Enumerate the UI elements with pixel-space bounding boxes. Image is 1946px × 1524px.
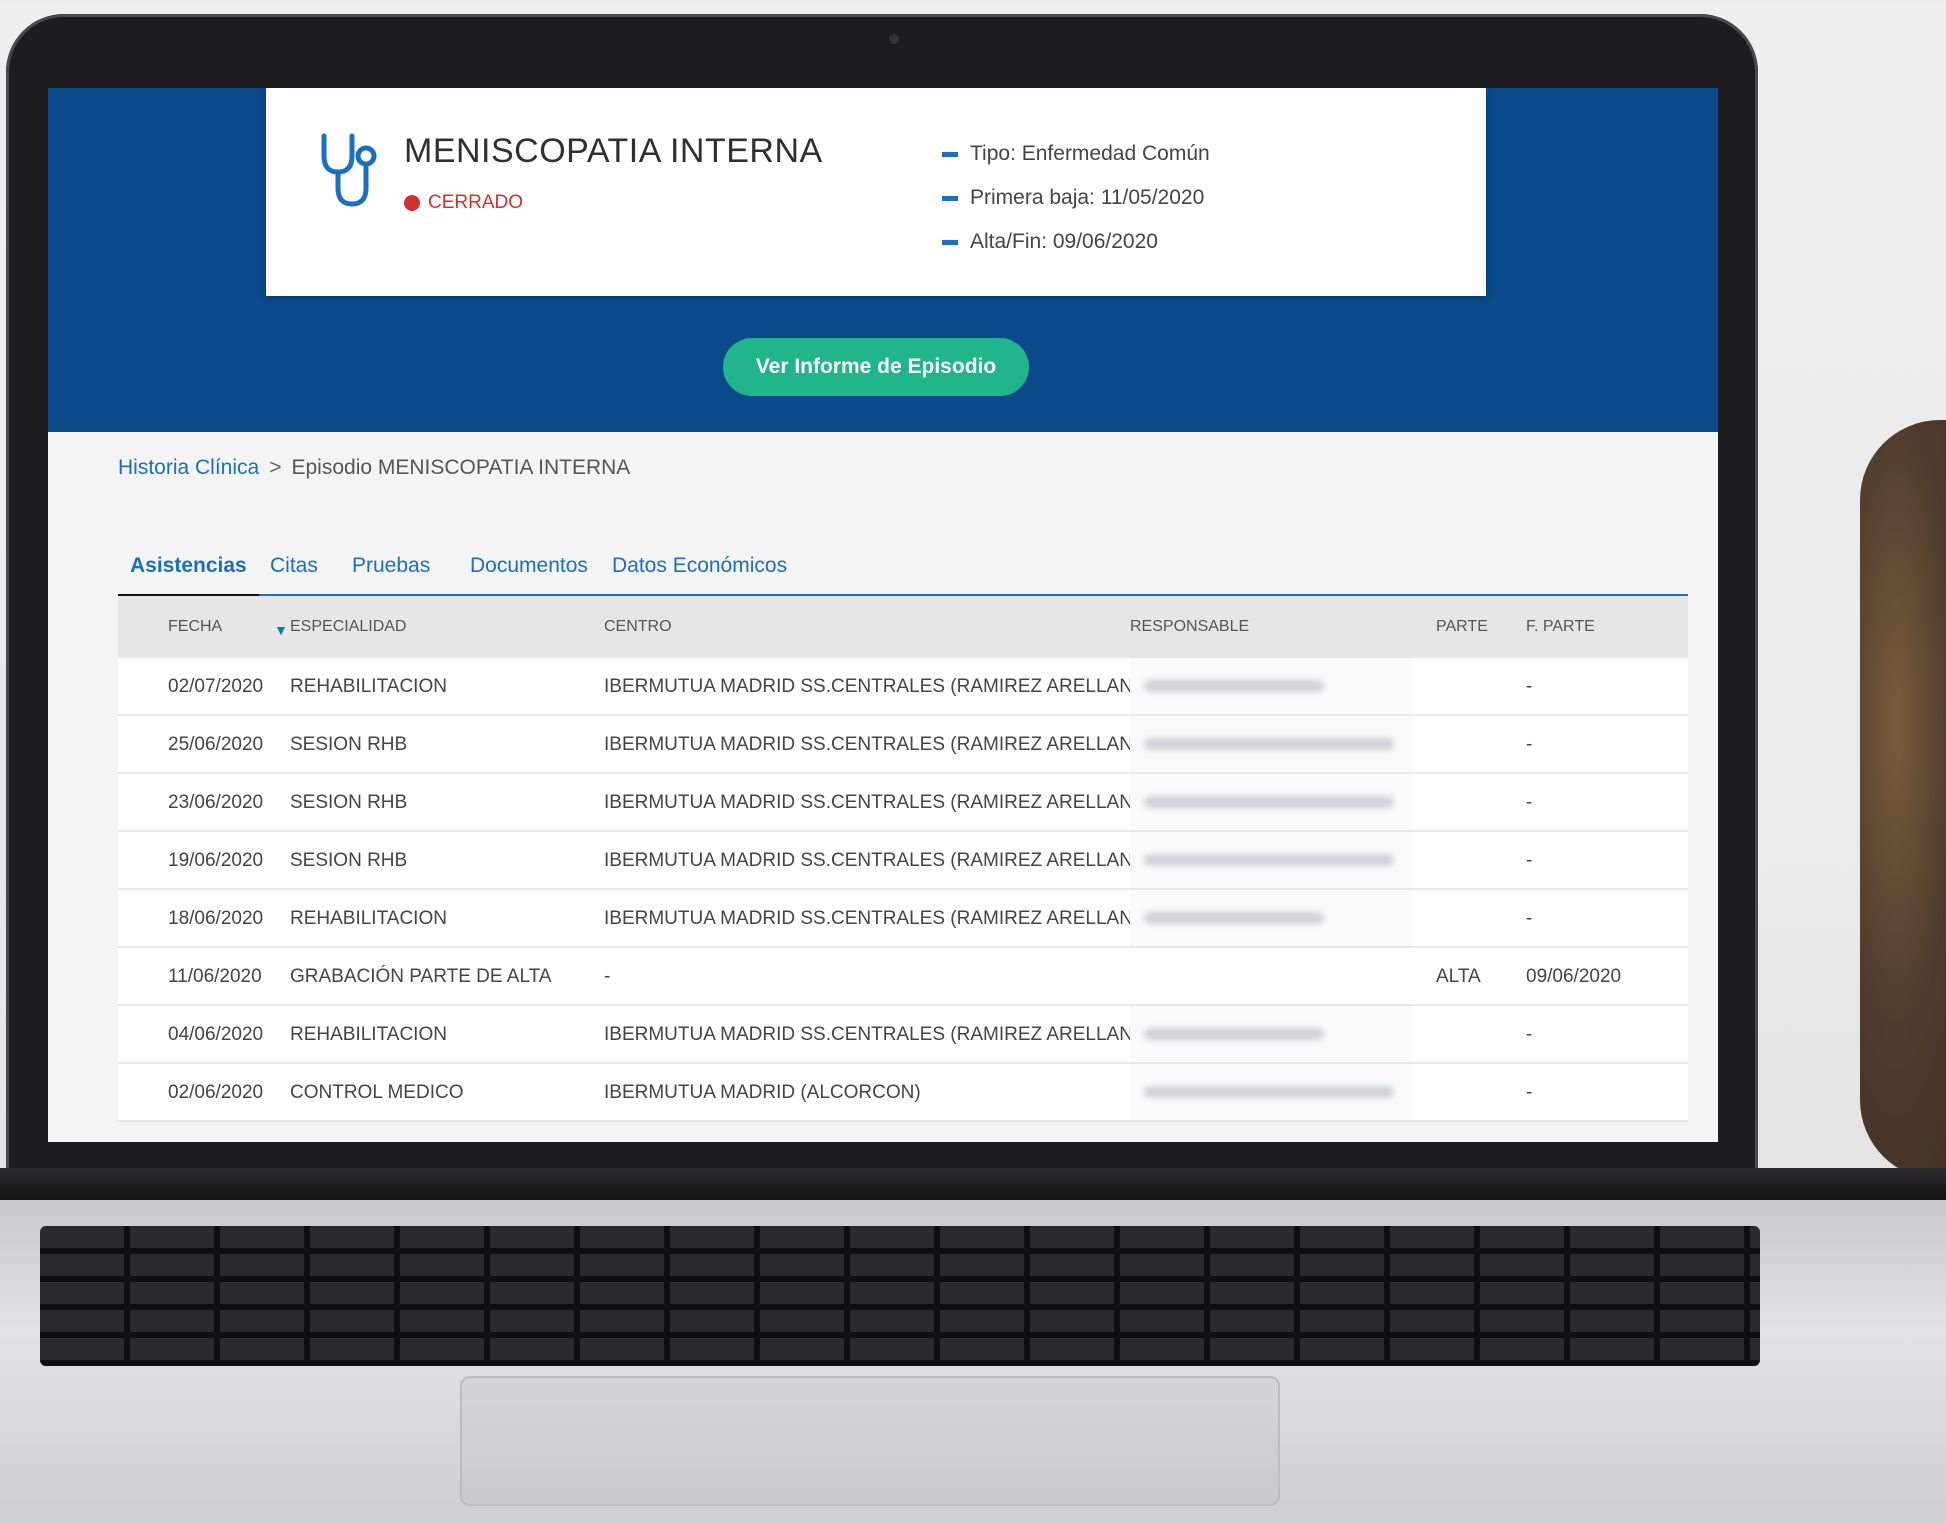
redacted-name — [1130, 890, 1412, 946]
cell-f-parte: - — [1526, 734, 1533, 755]
cell-especialidad: REHABILITACION — [290, 1024, 447, 1045]
header-responsable[interactable]: RESPONSABLE — [1130, 618, 1249, 636]
dash-icon — [942, 239, 958, 245]
header-parte[interactable]: PARTE — [1436, 618, 1488, 636]
cell-fecha: 02/07/2020 — [168, 676, 264, 697]
header-especialidad[interactable]: ESPECIALIDAD — [290, 618, 406, 636]
view-report-button[interactable]: Ver Informe de Episodio — [723, 338, 1029, 396]
cell-especialidad: REHABILITACION — [290, 676, 447, 697]
status-dot-icon — [404, 195, 420, 211]
cell-f-parte: - — [1526, 908, 1533, 929]
episode-info: Tipo: Enfermedad Común Primera baja: 11/… — [942, 132, 1210, 264]
episode-title: MENISCOPATIA INTERNA — [404, 132, 823, 170]
cell-f-parte: - — [1526, 676, 1533, 697]
tab-pruebas[interactable]: Pruebas — [340, 548, 442, 596]
info-tipo: Tipo: Enfermedad Común — [970, 142, 1210, 165]
table-row[interactable]: 19/06/2020 SESION RHB IBERMUTUA MADRID S… — [118, 832, 1688, 890]
info-primera-baja: Primera baja: 11/05/2020 — [970, 186, 1205, 209]
table-row[interactable]: 23/06/2020 SESION RHB IBERMUTUA MADRID S… — [118, 774, 1688, 832]
episode-card: MENISCOPATIA INTERNA CERRADO Tipo: Enfer… — [266, 88, 1486, 296]
cell-fecha: 23/06/2020 — [168, 792, 264, 813]
cell-f-parte: - — [1526, 792, 1533, 813]
cell-especialidad: REHABILITACION — [290, 908, 447, 929]
table-row[interactable]: 11/06/2020 GRABACIÓN PARTE DE ALTA - ALT… — [118, 948, 1688, 1006]
sort-desc-icon[interactable]: ▼ — [274, 622, 288, 638]
cell-centro: IBERMUTUA MADRID SS.CENTRALES (RAMIREZ A… — [604, 1024, 1155, 1045]
tab-asistencias[interactable]: Asistencias — [118, 548, 259, 599]
episode-header: MENISCOPATIA INTERNA CERRADO Tipo: Enfer… — [48, 88, 1718, 432]
info-row: Tipo: Enfermedad Común — [942, 132, 1210, 176]
cell-fecha: 04/06/2020 — [168, 1024, 264, 1045]
redacted-name — [1130, 1064, 1412, 1120]
redacted-name — [1130, 1006, 1412, 1062]
cell-fecha: 11/06/2020 — [168, 966, 262, 987]
header-f-parte[interactable]: F. PARTE — [1526, 618, 1595, 636]
cell-f-parte: 09/06/2020 — [1526, 966, 1622, 987]
cell-f-parte: - — [1526, 1024, 1533, 1045]
breadcrumb: Historia Clínica > Episodio MENISCOPATIA… — [118, 456, 630, 480]
tab-documentos[interactable]: Documentos — [458, 548, 600, 596]
breadcrumb-current: Episodio MENISCOPATIA INTERNA — [291, 456, 631, 479]
cell-especialidad: SESION RHB — [290, 792, 408, 813]
redacted-name — [1130, 658, 1412, 714]
tab-citas[interactable]: Citas — [258, 548, 330, 596]
cell-centro: IBERMUTUA MADRID SS.CENTRALES (RAMIREZ A… — [604, 792, 1155, 813]
info-row: Primera baja: 11/05/2020 — [942, 176, 1210, 220]
dash-icon — [942, 151, 958, 157]
header-fecha[interactable]: FECHA — [168, 618, 222, 636]
breadcrumb-separator: > — [269, 456, 282, 479]
screen: MENISCOPATIA INTERNA CERRADO Tipo: Enfer… — [48, 88, 1718, 1142]
cell-centro: IBERMUTUA MADRID SS.CENTRALES (RAMIREZ A… — [604, 676, 1155, 697]
camera-dot — [889, 34, 899, 44]
trackpad — [460, 1376, 1280, 1506]
redacted-name — [1130, 832, 1412, 888]
table-row[interactable]: 02/07/2020 REHABILITACION IBERMUTUA MADR… — [118, 658, 1688, 716]
info-row: Alta/Fin: 09/06/2020 — [942, 220, 1210, 264]
tab-datos-economicos[interactable]: Datos Económicos — [600, 548, 799, 596]
cell-centro: IBERMUTUA MADRID SS.CENTRALES (RAMIREZ A… — [604, 734, 1155, 755]
laptop-hinge — [0, 1168, 1946, 1204]
table-row[interactable]: 02/06/2020 CONTROL MEDICO IBERMUTUA MADR… — [118, 1064, 1688, 1122]
cell-f-parte: - — [1526, 850, 1533, 871]
cell-fecha: 19/06/2020 — [168, 850, 264, 871]
table-row[interactable]: 18/06/2020 REHABILITACION IBERMUTUA MADR… — [118, 890, 1688, 948]
dash-icon — [942, 195, 958, 201]
table-row[interactable]: 04/06/2020 REHABILITACION IBERMUTUA MADR… — [118, 1006, 1688, 1064]
cell-especialidad: GRABACIÓN PARTE DE ALTA — [290, 966, 552, 987]
status-text: CERRADO — [428, 192, 524, 213]
cell-centro: - — [604, 966, 611, 987]
table-header: FECHA ▼ ESPECIALIDAD CENTRO RESPONSABLE … — [118, 596, 1688, 658]
redacted-name — [1130, 716, 1412, 772]
cell-especialidad: SESION RHB — [290, 734, 408, 755]
cell-especialidad: CONTROL MEDICO — [290, 1082, 464, 1103]
breadcrumb-link-historia[interactable]: Historia Clínica — [118, 456, 259, 480]
header-centro[interactable]: CENTRO — [604, 618, 672, 636]
cell-centro: IBERMUTUA MADRID SS.CENTRALES (RAMIREZ A… — [604, 908, 1155, 929]
table-row[interactable]: 25/06/2020 SESION RHB IBERMUTUA MADRID S… — [118, 716, 1688, 774]
stethoscope-icon — [321, 133, 377, 207]
tab-bar: Asistencias Citas Pruebas Documentos Dat… — [118, 548, 1688, 599]
asistencias-table: FECHA ▼ ESPECIALIDAD CENTRO RESPONSABLE … — [118, 596, 1688, 1122]
status-badge: CERRADO — [404, 192, 523, 214]
cell-especialidad: SESION RHB — [290, 850, 408, 871]
cell-parte: ALTA — [1436, 966, 1481, 987]
cell-centro: IBERMUTUA MADRID (ALCORCON) — [604, 1082, 921, 1103]
cell-fecha: 25/06/2020 — [168, 734, 264, 755]
background-glass — [1860, 420, 1946, 1180]
redacted-name — [1130, 774, 1412, 830]
cell-f-parte: - — [1526, 1082, 1533, 1103]
cell-fecha: 02/06/2020 — [168, 1082, 264, 1103]
cell-fecha: 18/06/2020 — [168, 908, 264, 929]
keyboard — [40, 1226, 1760, 1366]
cell-centro: IBERMUTUA MADRID SS.CENTRALES (RAMIREZ A… — [604, 850, 1155, 871]
info-alta-fin: Alta/Fin: 09/06/2020 — [970, 230, 1158, 253]
